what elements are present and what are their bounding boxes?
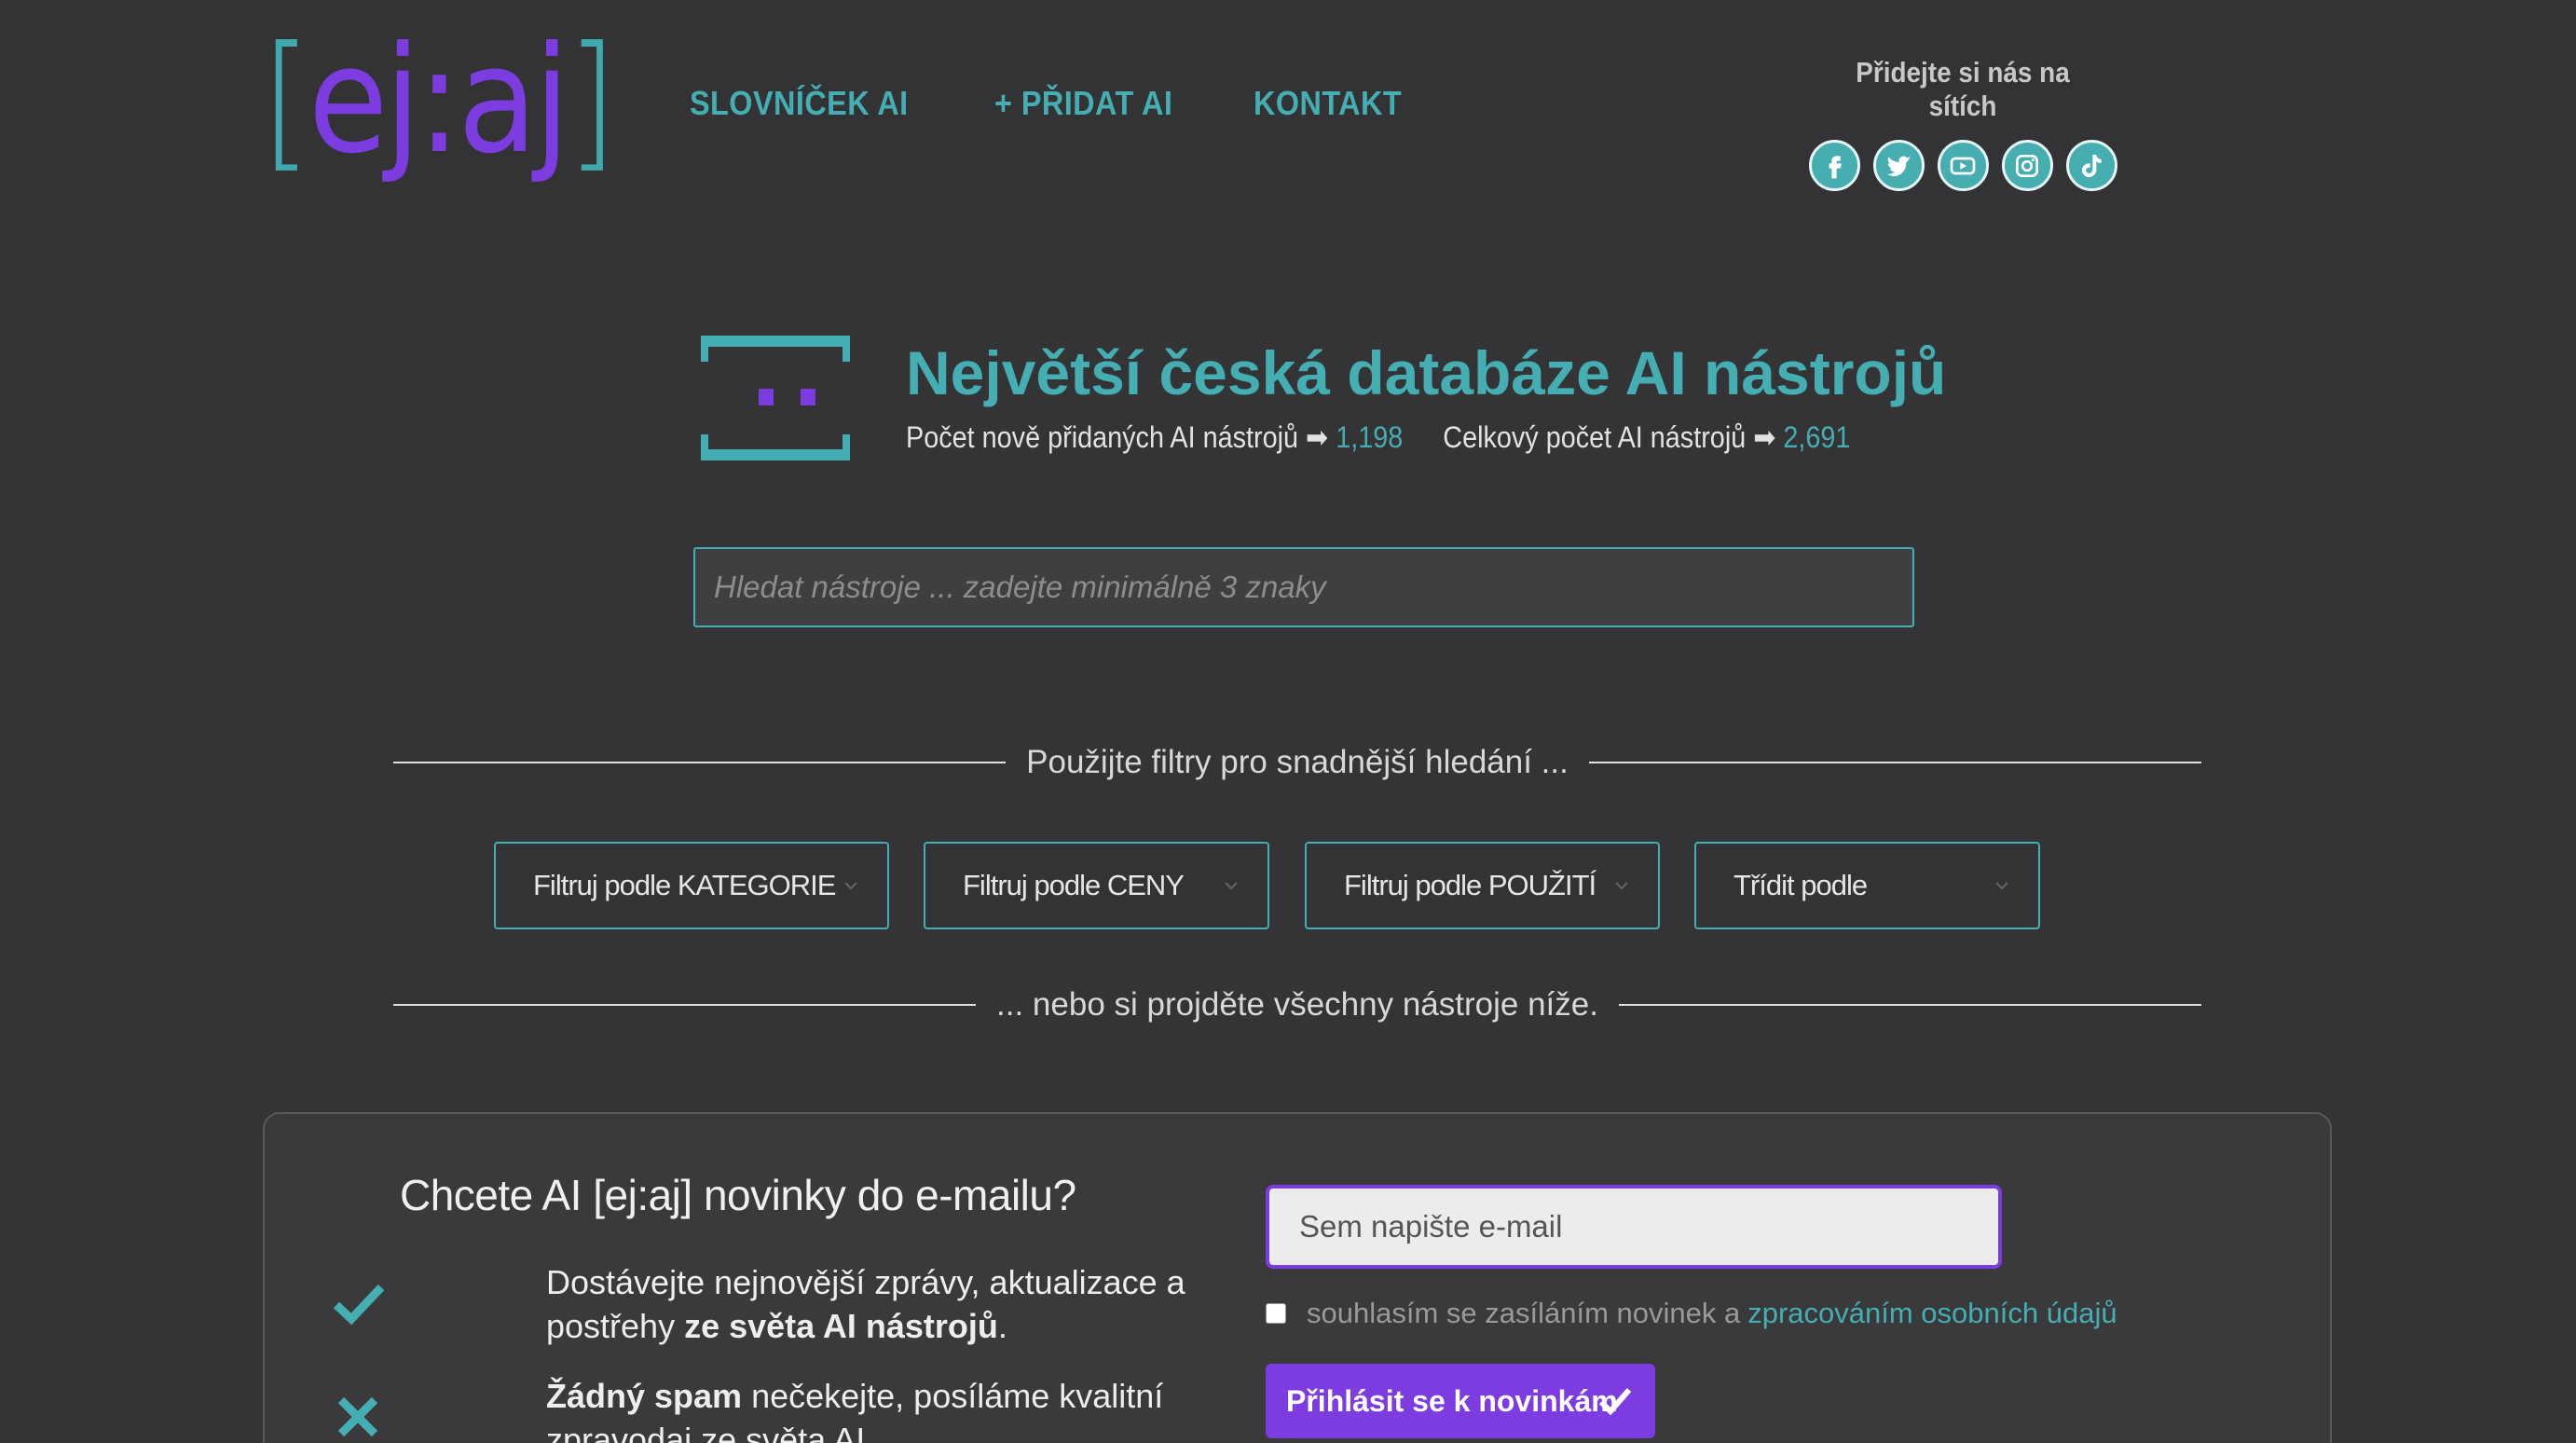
benefit-2-text: Žádný spam nečekejte, posíláme kvalitní … [546,1377,1164,1443]
filters-heading: Použijte filtry pro snadnější hledání ..… [393,739,2201,786]
nav-kontakt[interactable]: KONTAKT [1254,84,1402,123]
search-input[interactable] [693,547,1914,627]
facebook-icon[interactable] [1808,140,1860,191]
benefit-1-text: Dostávejte nejnovější zprávy, aktualizac… [546,1263,1185,1345]
subscribe-button[interactable]: Přihlásit se k novinkám [1266,1364,1655,1438]
sort-label: Třídit podle [1733,869,1868,901]
newsletter-box: Chcete AI [ej:aj] novinky do e-mailu? Do… [263,1112,2332,1443]
chevron-down-icon [844,882,857,890]
page-title: Největší česká databáze AI nástrojů [906,338,1947,407]
tool-stats: Počet nově přidaných AI nástrojů ➡ 1,198… [906,419,1850,455]
privacy-policy-link[interactable]: zpracováním osobních údajů [1747,1297,2117,1330]
filter-category-label: Filtruj podle KATEGORIE [533,869,836,901]
youtube-icon[interactable] [1937,140,1989,191]
browse-all-heading: ... nebo si projděte všechny nástroje ní… [393,982,2201,1028]
consent-text: souhlasím se zasíláním novinek a [1307,1297,1741,1329]
check-icon [333,1284,385,1326]
sort-select[interactable]: Třídit podle [1694,842,2040,929]
filter-price-select[interactable]: Filtruj podle CENY [924,842,1269,929]
newsletter-benefit-2: Žádný spam nečekejte, posíláme kvalitní … [332,1374,1189,1443]
main-nav: SLOVNÍČEK AI + PŘIDAT AI KONTAKT [690,84,1418,123]
total-tools-count: 2,691 [1783,420,1851,454]
chevron-down-icon [1225,882,1238,890]
logo-text: ej:aj [308,15,570,186]
social-links: Přidejte si nás na sítích [1808,56,2117,191]
mascot-icon [701,336,850,460]
chevron-down-icon [1615,882,1628,890]
total-tools-label: Celkový počet AI nástrojů ➡ [1443,420,1776,454]
logo-open-bracket: [ [261,15,311,186]
new-tools-label: Počet nově přidaných AI nástrojů ➡ [906,420,1329,454]
x-icon [337,1396,378,1437]
site-header: [ej:aj] SLOVNÍČEK AI + PŘIDAT AI KONTAKT… [0,0,2576,222]
subscribe-button-label: Přihlásit se k novinkám [1286,1383,1618,1418]
newsletter-benefit-1: Dostávejte nejnovější zprávy, aktualizac… [332,1260,1189,1354]
social-label: Přidejte si nás na sítích [1856,56,2070,122]
instagram-icon[interactable] [2001,140,2053,191]
logo-close-bracket: ] [566,15,617,186]
filters-heading-text: Použijte filtry pro snadnější hledání ..… [1026,744,1569,780]
newsletter-title: Chcete AI [ej:aj] novinky do e-mailu? [400,1171,1076,1219]
filter-usage-select[interactable]: Filtruj podle POUŽITÍ [1305,842,1660,929]
email-field[interactable] [1266,1185,2002,1269]
new-tools-count: 1,198 [1336,420,1404,454]
nav-pridat-ai[interactable]: + PŘIDAT AI [994,84,1172,123]
browse-all-text: ... nebo si projděte všechny nástroje ní… [996,986,1598,1023]
tiktok-icon[interactable] [2065,140,2117,191]
filter-category-select[interactable]: Filtruj podle KATEGORIE [494,842,889,929]
logo[interactable]: [ej:aj] [261,15,617,186]
consent-checkbox[interactable] [1266,1303,1286,1324]
filter-price-label: Filtruj podle CENY [963,869,1185,901]
twitter-icon[interactable] [1872,140,1925,191]
filter-usage-label: Filtruj podle POUŽITÍ [1344,869,1596,901]
check-icon [1598,1388,1632,1416]
chevron-down-icon [1995,882,2008,890]
nav-slovnicek-ai[interactable]: SLOVNÍČEK AI [690,84,909,123]
consent-row: souhlasím se zasíláním novinek a zpracov… [1266,1297,2117,1330]
